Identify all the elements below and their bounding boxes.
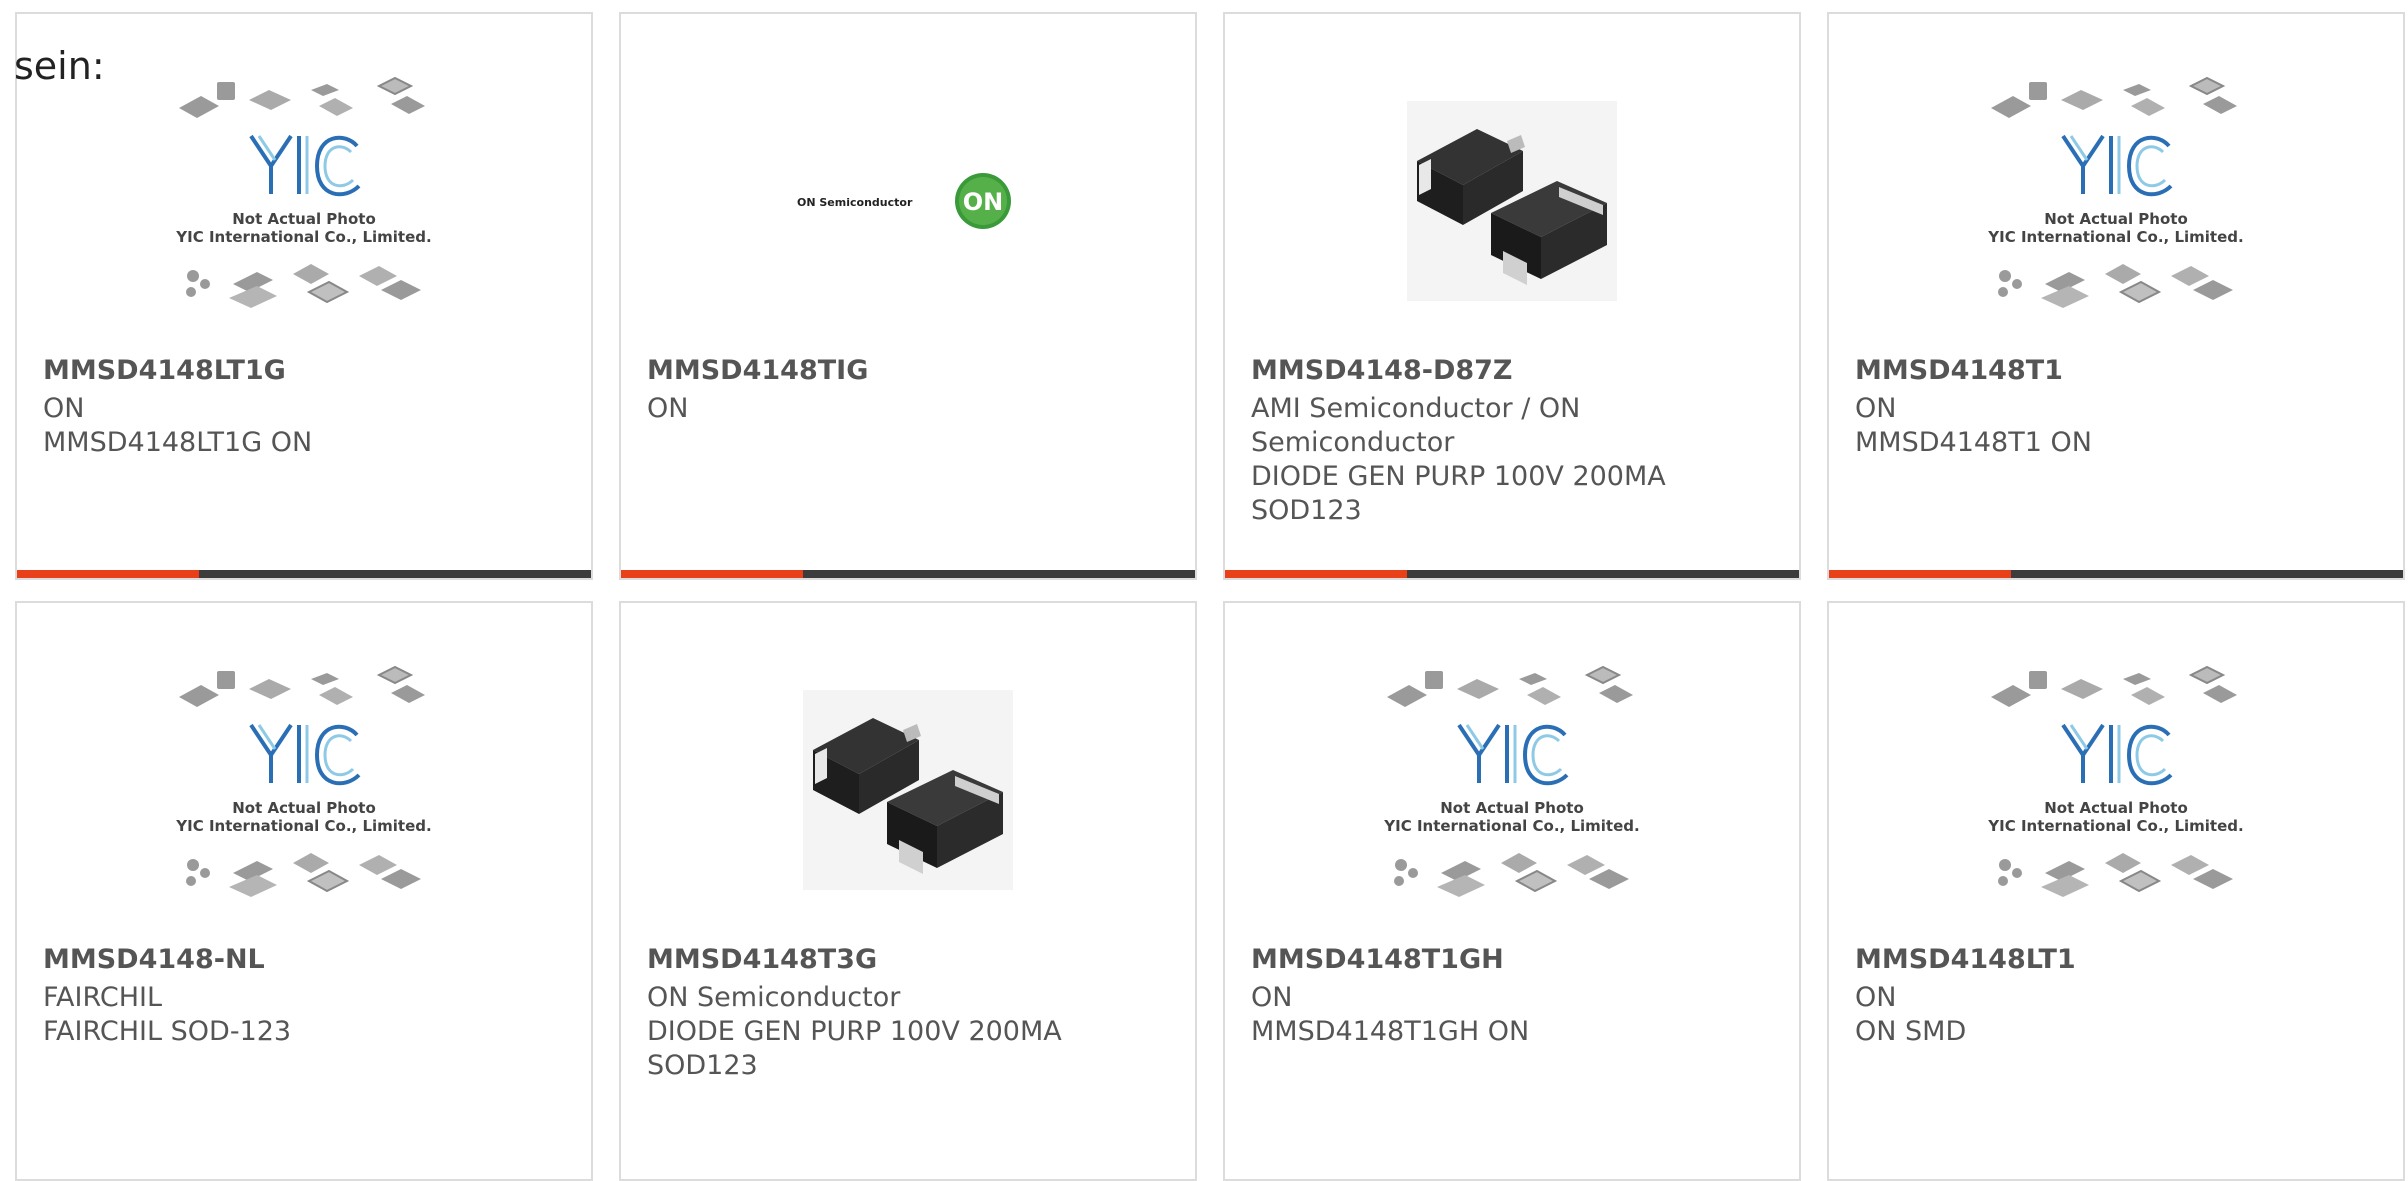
card-accent-bar [1829, 570, 2011, 578]
card-footer-bar [1829, 570, 2403, 578]
product-detail-line: ON [1251, 982, 1293, 1013]
diode-photo [803, 690, 1013, 890]
product-detail-line: ON [1855, 982, 1897, 1013]
product-card[interactable]: ON Semiconductor ON MMSD4148TIG ON [619, 12, 1197, 580]
product-detail-line: ON [1855, 393, 1897, 424]
placeholder-caption-1: Not Actual Photo [232, 210, 376, 228]
product-detail-line: ON Semiconductor [647, 982, 901, 1013]
part-number[interactable]: MMSD4148LT1 [1855, 943, 2377, 977]
placeholder-caption-2: YIC International Co., Limited. [1987, 228, 2243, 246]
product-thumbnail[interactable]: ON Semiconductor ON [621, 36, 1195, 366]
product-card[interactable]: Not Actual Photo YIC International Co., … [15, 12, 593, 580]
product-detail-line: SOD123 [1251, 495, 1362, 526]
product-detail-line: MMSD4148T1 ON [1855, 427, 2092, 458]
placeholder-icon: Not Actual Photo YIC International Co., … [1987, 665, 2244, 897]
product-info: MMSD4148LT1G ON MMSD4148LT1G ON [43, 354, 565, 460]
card-accent-bar [1225, 570, 1407, 578]
card-footer-bar [1225, 570, 1799, 578]
on-semiconductor-logo: ON Semiconductor ON [797, 173, 1011, 229]
card-accent-bar [17, 570, 199, 578]
product-detail-line: SOD123 [647, 1050, 758, 1081]
product-detail-line: MMSD4148LT1G ON [43, 427, 313, 458]
card-footer-bar [17, 570, 591, 578]
placeholder-caption-1: Not Actual Photo [2044, 799, 2188, 817]
product-info: MMSD4148TIG ON [647, 354, 1169, 426]
product-info: MMSD4148T3G ON Semiconductor DIODE GEN PUR… [647, 943, 1169, 1083]
part-number[interactable]: MMSD4148T3G [647, 943, 1169, 977]
product-detail-line: Semiconductor [1251, 427, 1455, 458]
on-badge-text: ON [963, 188, 1004, 216]
product-thumbnail[interactable]: Not Actual Photo YIC International Co., … [1829, 36, 2403, 366]
product-card[interactable]: Not Actual Photo YIC International Co., … [15, 601, 593, 1181]
product-detail-line: ON [43, 393, 85, 424]
product-card[interactable]: Not Actual Photo YIC International Co., … [1827, 12, 2405, 580]
product-info: MMSD4148-D87Z AMI Semiconductor / ON Semic… [1251, 354, 1773, 528]
product-detail-line: FAIRCHIL [43, 982, 163, 1013]
product-info: MMSD4148T1 ON MMSD4148T1 ON [1855, 354, 2377, 460]
part-number[interactable]: MMSD4148TIG [647, 354, 1169, 388]
product-detail-line: ON SMD [1855, 1016, 1967, 1047]
part-number[interactable]: MMSD4148LT1G [43, 354, 565, 388]
product-info: MMSD4148LT1 ON ON SMD [1855, 943, 2377, 1049]
product-detail-line: DIODE GEN PURP 100V 200MA [647, 1016, 1062, 1047]
product-thumbnail[interactable] [621, 625, 1195, 955]
placeholder-caption-2: YIC International Co., Limited. [1383, 817, 1639, 835]
on-logo-text: ON Semiconductor [797, 196, 913, 209]
placeholder-caption-1: Not Actual Photo [232, 799, 376, 817]
placeholder-icon: Not Actual Photo YIC International Co., … [175, 665, 432, 897]
product-info: MMSD4148-NL FAIRCHIL FAIRCHIL SOD-123 [43, 943, 565, 1049]
product-thumbnail[interactable]: Not Actual Photo YIC International Co., … [1225, 625, 1799, 955]
placeholder-icon: Not Actual Photo YIC International Co., … [1383, 665, 1640, 897]
product-card[interactable]: MMSD4148T3G ON Semiconductor DIODE GEN PUR… [619, 601, 1197, 1181]
placeholder-caption-2: YIC International Co., Limited. [1987, 817, 2243, 835]
part-number[interactable]: MMSD4148T1 [1855, 354, 2377, 388]
product-card[interactable]: MMSD4148-D87Z AMI Semiconductor / ON Semic… [1223, 12, 1801, 580]
placeholder-caption-2: YIC International Co., Limited. [175, 228, 431, 246]
product-thumbnail[interactable]: Not Actual Photo YIC International Co., … [17, 625, 591, 955]
product-detail-line: MMSD4148T1GH ON [1251, 1016, 1530, 1047]
card-footer-bar [621, 570, 1195, 578]
product-thumbnail[interactable]: Not Actual Photo YIC International Co., … [1829, 625, 2403, 955]
product-detail-line: AMI Semiconductor / ON [1251, 393, 1581, 424]
diode-photo [1407, 101, 1617, 301]
product-grid: Not Actual Photo YIC International Co., … [0, 0, 2408, 1181]
product-card[interactable]: Not Actual Photo YIC International Co., … [1827, 601, 2405, 1181]
card-accent-bar [621, 570, 803, 578]
placeholder-caption-1: Not Actual Photo [2044, 210, 2188, 228]
placeholder-icon: Not Actual Photo YIC International Co., … [175, 76, 432, 308]
placeholder-icon: Not Actual Photo YIC International Co., … [1987, 76, 2244, 308]
part-number[interactable]: MMSD4148-D87Z [1251, 354, 1773, 388]
placeholder-caption-2: YIC International Co., Limited. [175, 817, 431, 835]
product-card[interactable]: Not Actual Photo YIC International Co., … [1223, 601, 1801, 1181]
placeholder-caption-1: Not Actual Photo [1440, 799, 1584, 817]
part-number[interactable]: MMSD4148T1GH [1251, 943, 1773, 977]
product-info: MMSD4148T1GH ON MMSD4148T1GH ON [1251, 943, 1773, 1049]
intro-text: sein: [14, 44, 105, 88]
product-thumbnail[interactable] [1225, 36, 1799, 366]
part-number[interactable]: MMSD4148-NL [43, 943, 565, 977]
product-detail-line: FAIRCHIL SOD-123 [43, 1016, 292, 1047]
product-detail-line: ON [647, 393, 689, 424]
product-detail-line: DIODE GEN PURP 100V 200MA [1251, 461, 1666, 492]
